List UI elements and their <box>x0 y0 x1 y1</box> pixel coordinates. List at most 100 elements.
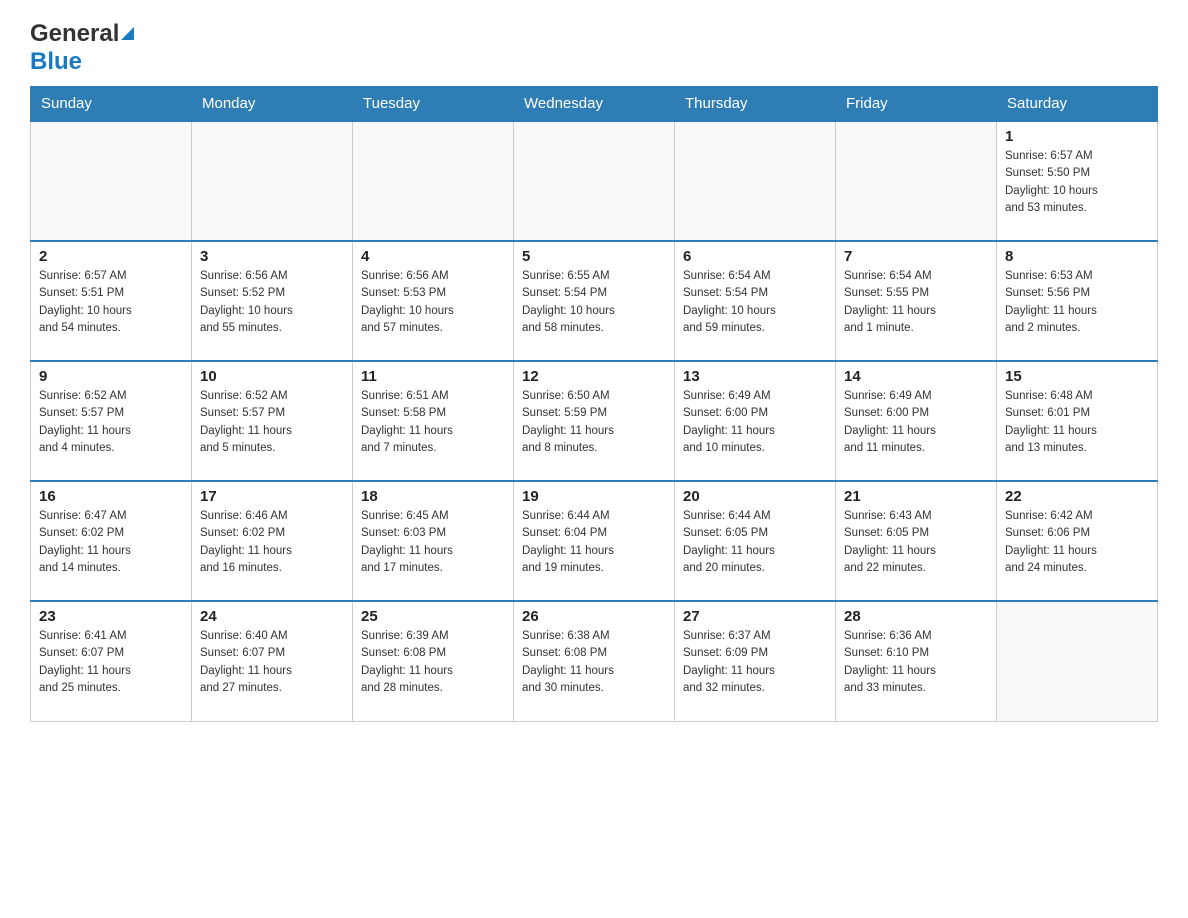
day-info: Sunrise: 6:49 AM Sunset: 6:00 PM Dayligh… <box>844 388 988 457</box>
calendar-day-cell: 24 Sunrise: 6:40 AM Sunset: 6:07 PM Dayli… <box>192 601 353 721</box>
calendar-day-cell <box>192 121 353 241</box>
day-number: 16 <box>39 488 183 505</box>
day-info: Sunrise: 6:42 AM Sunset: 6:06 PM Dayligh… <box>1005 508 1149 577</box>
day-number: 15 <box>1005 368 1149 385</box>
calendar-header-row: SundayMondayTuesdayWednesdayThursdayFrid… <box>31 87 1158 122</box>
day-number: 4 <box>361 248 505 265</box>
calendar-day-cell: 12 Sunrise: 6:50 AM Sunset: 5:59 PM Dayli… <box>514 361 675 481</box>
day-number: 23 <box>39 608 183 625</box>
day-number: 22 <box>1005 488 1149 505</box>
day-info: Sunrise: 6:36 AM Sunset: 6:10 PM Dayligh… <box>844 628 988 697</box>
day-info: Sunrise: 6:44 AM Sunset: 6:04 PM Dayligh… <box>522 508 666 577</box>
calendar-day-header: Friday <box>836 87 997 122</box>
calendar-day-cell: 6 Sunrise: 6:54 AM Sunset: 5:54 PM Daylig… <box>675 241 836 361</box>
day-number: 21 <box>844 488 988 505</box>
day-info: Sunrise: 6:52 AM Sunset: 5:57 PM Dayligh… <box>200 388 344 457</box>
calendar-day-cell <box>31 121 192 241</box>
day-info: Sunrise: 6:39 AM Sunset: 6:08 PM Dayligh… <box>361 628 505 697</box>
calendar-day-cell: 25 Sunrise: 6:39 AM Sunset: 6:08 PM Dayli… <box>353 601 514 721</box>
calendar-day-cell: 2Sunrise: 6:57 AM Sunset: 5:51 PM Daylig… <box>31 241 192 361</box>
day-info: Sunrise: 6:37 AM Sunset: 6:09 PM Dayligh… <box>683 628 827 697</box>
day-info: Sunrise: 6:53 AM Sunset: 5:56 PM Dayligh… <box>1005 268 1149 337</box>
calendar-day-header: Tuesday <box>353 87 514 122</box>
day-info: Sunrise: 6:51 AM Sunset: 5:58 PM Dayligh… <box>361 388 505 457</box>
logo-triangle-icon <box>121 27 134 40</box>
day-number: 24 <box>200 608 344 625</box>
day-number: 9 <box>39 368 183 385</box>
calendar-day-header: Monday <box>192 87 353 122</box>
calendar-day-cell: 1 Sunrise: 6:57 AM Sunset: 5:50 PM Daylig… <box>997 121 1158 241</box>
day-info: Sunrise: 6:43 AM Sunset: 6:05 PM Dayligh… <box>844 508 988 577</box>
day-number: 5 <box>522 248 666 265</box>
calendar-day-cell: 18 Sunrise: 6:45 AM Sunset: 6:03 PM Dayli… <box>353 481 514 601</box>
day-number: 28 <box>844 608 988 625</box>
day-number: 26 <box>522 608 666 625</box>
day-number: 25 <box>361 608 505 625</box>
calendar-week-row: 1 Sunrise: 6:57 AM Sunset: 5:50 PM Daylig… <box>31 121 1158 241</box>
calendar-day-cell: 9 Sunrise: 6:52 AM Sunset: 5:57 PM Daylig… <box>31 361 192 481</box>
logo: General Blue <box>30 20 134 76</box>
day-info: Sunrise: 6:54 AM Sunset: 5:55 PM Dayligh… <box>844 268 988 337</box>
day-info: Sunrise: 6:41 AM Sunset: 6:07 PM Dayligh… <box>39 628 183 697</box>
calendar-table: SundayMondayTuesdayWednesdayThursdayFrid… <box>30 86 1158 722</box>
day-number: 17 <box>200 488 344 505</box>
calendar-day-cell: 15 Sunrise: 6:48 AM Sunset: 6:01 PM Dayli… <box>997 361 1158 481</box>
calendar-day-cell: 8 Sunrise: 6:53 AM Sunset: 5:56 PM Daylig… <box>997 241 1158 361</box>
day-number: 27 <box>683 608 827 625</box>
day-info: Sunrise: 6:56 AM Sunset: 5:53 PM Dayligh… <box>361 268 505 337</box>
day-number: 18 <box>361 488 505 505</box>
calendar-day-header: Wednesday <box>514 87 675 122</box>
calendar-day-cell: 14 Sunrise: 6:49 AM Sunset: 6:00 PM Dayli… <box>836 361 997 481</box>
logo-blue-text: Blue <box>30 48 82 75</box>
calendar-week-row: 23 Sunrise: 6:41 AM Sunset: 6:07 PM Dayli… <box>31 601 1158 721</box>
day-info: Sunrise: 6:55 AM Sunset: 5:54 PM Dayligh… <box>522 268 666 337</box>
day-info: Sunrise: 6:50 AM Sunset: 5:59 PM Dayligh… <box>522 388 666 457</box>
calendar-day-cell: 17 Sunrise: 6:46 AM Sunset: 6:02 PM Dayli… <box>192 481 353 601</box>
day-number: 6 <box>683 248 827 265</box>
calendar-day-cell <box>514 121 675 241</box>
calendar-day-cell: 5 Sunrise: 6:55 AM Sunset: 5:54 PM Daylig… <box>514 241 675 361</box>
day-info: Sunrise: 6:49 AM Sunset: 6:00 PM Dayligh… <box>683 388 827 457</box>
day-number: 14 <box>844 368 988 385</box>
page-header: General Blue <box>30 20 1158 76</box>
calendar-day-header: Sunday <box>31 87 192 122</box>
day-number: 20 <box>683 488 827 505</box>
calendar-day-header: Thursday <box>675 87 836 122</box>
calendar-day-cell: 21 Sunrise: 6:43 AM Sunset: 6:05 PM Dayli… <box>836 481 997 601</box>
day-number: 1 <box>1005 128 1149 145</box>
day-info: Sunrise: 6:44 AM Sunset: 6:05 PM Dayligh… <box>683 508 827 577</box>
logo-general-text: General <box>30 20 119 48</box>
calendar-day-cell: 27 Sunrise: 6:37 AM Sunset: 6:09 PM Dayli… <box>675 601 836 721</box>
day-info: Sunrise: 6:38 AM Sunset: 6:08 PM Dayligh… <box>522 628 666 697</box>
calendar-day-cell: 28 Sunrise: 6:36 AM Sunset: 6:10 PM Dayli… <box>836 601 997 721</box>
calendar-week-row: 9 Sunrise: 6:52 AM Sunset: 5:57 PM Daylig… <box>31 361 1158 481</box>
calendar-day-cell <box>836 121 997 241</box>
calendar-day-cell: 16Sunrise: 6:47 AM Sunset: 6:02 PM Dayli… <box>31 481 192 601</box>
day-number: 11 <box>361 368 505 385</box>
day-info: Sunrise: 6:48 AM Sunset: 6:01 PM Dayligh… <box>1005 388 1149 457</box>
calendar-day-cell: 4 Sunrise: 6:56 AM Sunset: 5:53 PM Daylig… <box>353 241 514 361</box>
calendar-day-cell: 7 Sunrise: 6:54 AM Sunset: 5:55 PM Daylig… <box>836 241 997 361</box>
day-info: Sunrise: 6:57 AM Sunset: 5:50 PM Dayligh… <box>1005 148 1149 217</box>
calendar-day-cell <box>675 121 836 241</box>
calendar-day-cell: 13Sunrise: 6:49 AM Sunset: 6:00 PM Dayli… <box>675 361 836 481</box>
day-info: Sunrise: 6:45 AM Sunset: 6:03 PM Dayligh… <box>361 508 505 577</box>
calendar-day-cell <box>353 121 514 241</box>
calendar-day-cell: 23 Sunrise: 6:41 AM Sunset: 6:07 PM Dayli… <box>31 601 192 721</box>
day-number: 2 <box>39 248 183 265</box>
day-info: Sunrise: 6:52 AM Sunset: 5:57 PM Dayligh… <box>39 388 183 457</box>
calendar-day-cell: 26 Sunrise: 6:38 AM Sunset: 6:08 PM Dayli… <box>514 601 675 721</box>
calendar-day-cell: 3Sunrise: 6:56 AM Sunset: 5:52 PM Daylig… <box>192 241 353 361</box>
day-info: Sunrise: 6:54 AM Sunset: 5:54 PM Dayligh… <box>683 268 827 337</box>
day-number: 7 <box>844 248 988 265</box>
day-number: 3 <box>200 248 344 265</box>
day-number: 10 <box>200 368 344 385</box>
calendar-day-cell: 10 Sunrise: 6:52 AM Sunset: 5:57 PM Dayli… <box>192 361 353 481</box>
day-number: 8 <box>1005 248 1149 265</box>
calendar-day-cell: 22 Sunrise: 6:42 AM Sunset: 6:06 PM Dayli… <box>997 481 1158 601</box>
calendar-week-row: 16Sunrise: 6:47 AM Sunset: 6:02 PM Dayli… <box>31 481 1158 601</box>
day-info: Sunrise: 6:46 AM Sunset: 6:02 PM Dayligh… <box>200 508 344 577</box>
day-number: 12 <box>522 368 666 385</box>
calendar-day-cell: 19Sunrise: 6:44 AM Sunset: 6:04 PM Dayli… <box>514 481 675 601</box>
day-info: Sunrise: 6:40 AM Sunset: 6:07 PM Dayligh… <box>200 628 344 697</box>
